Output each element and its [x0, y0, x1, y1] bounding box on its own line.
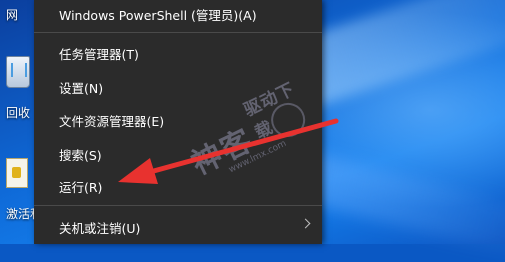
menu-item-file-explorer[interactable]: 文件资源管理器(E): [34, 106, 322, 132]
menu-item-task-manager[interactable]: 任务管理器(T): [34, 39, 322, 65]
chevron-right-icon: [300, 218, 311, 229]
menu-item-run[interactable]: 运行(R): [34, 172, 322, 198]
menu-item-shutdown-signout[interactable]: 关机或注销(U): [34, 213, 322, 239]
wallpaper-light-beam-lower: [293, 150, 505, 262]
desktop-label-recycle-bin: 回收: [6, 106, 31, 120]
menu-item-label: 设置(N): [59, 81, 104, 96]
menu-item-label: 运行(R): [59, 180, 103, 195]
menu-item-search[interactable]: 搜索(S): [34, 140, 322, 166]
menu-separator: [34, 32, 322, 33]
winx-context-menu: Windows PowerShell (管理员)(A) 任务管理器(T) 设置(…: [34, 0, 322, 244]
menu-item-label: 关机或注销(U): [59, 221, 141, 236]
menu-item-label: 文件资源管理器(E): [59, 114, 165, 129]
menu-item-label: 任务管理器(T): [59, 47, 139, 62]
desktop-label-top: 网: [6, 8, 19, 22]
menu-separator: [34, 205, 322, 206]
menu-item-label: 搜索(S): [59, 148, 102, 163]
menu-item-label: Windows PowerShell (管理员)(A): [59, 8, 257, 23]
menu-item-settings[interactable]: 设置(N): [34, 73, 322, 99]
menu-item-powershell-admin[interactable]: Windows PowerShell (管理员)(A): [34, 0, 322, 26]
file-icon[interactable]: [6, 158, 28, 188]
recycle-bin-icon[interactable]: [6, 56, 30, 88]
